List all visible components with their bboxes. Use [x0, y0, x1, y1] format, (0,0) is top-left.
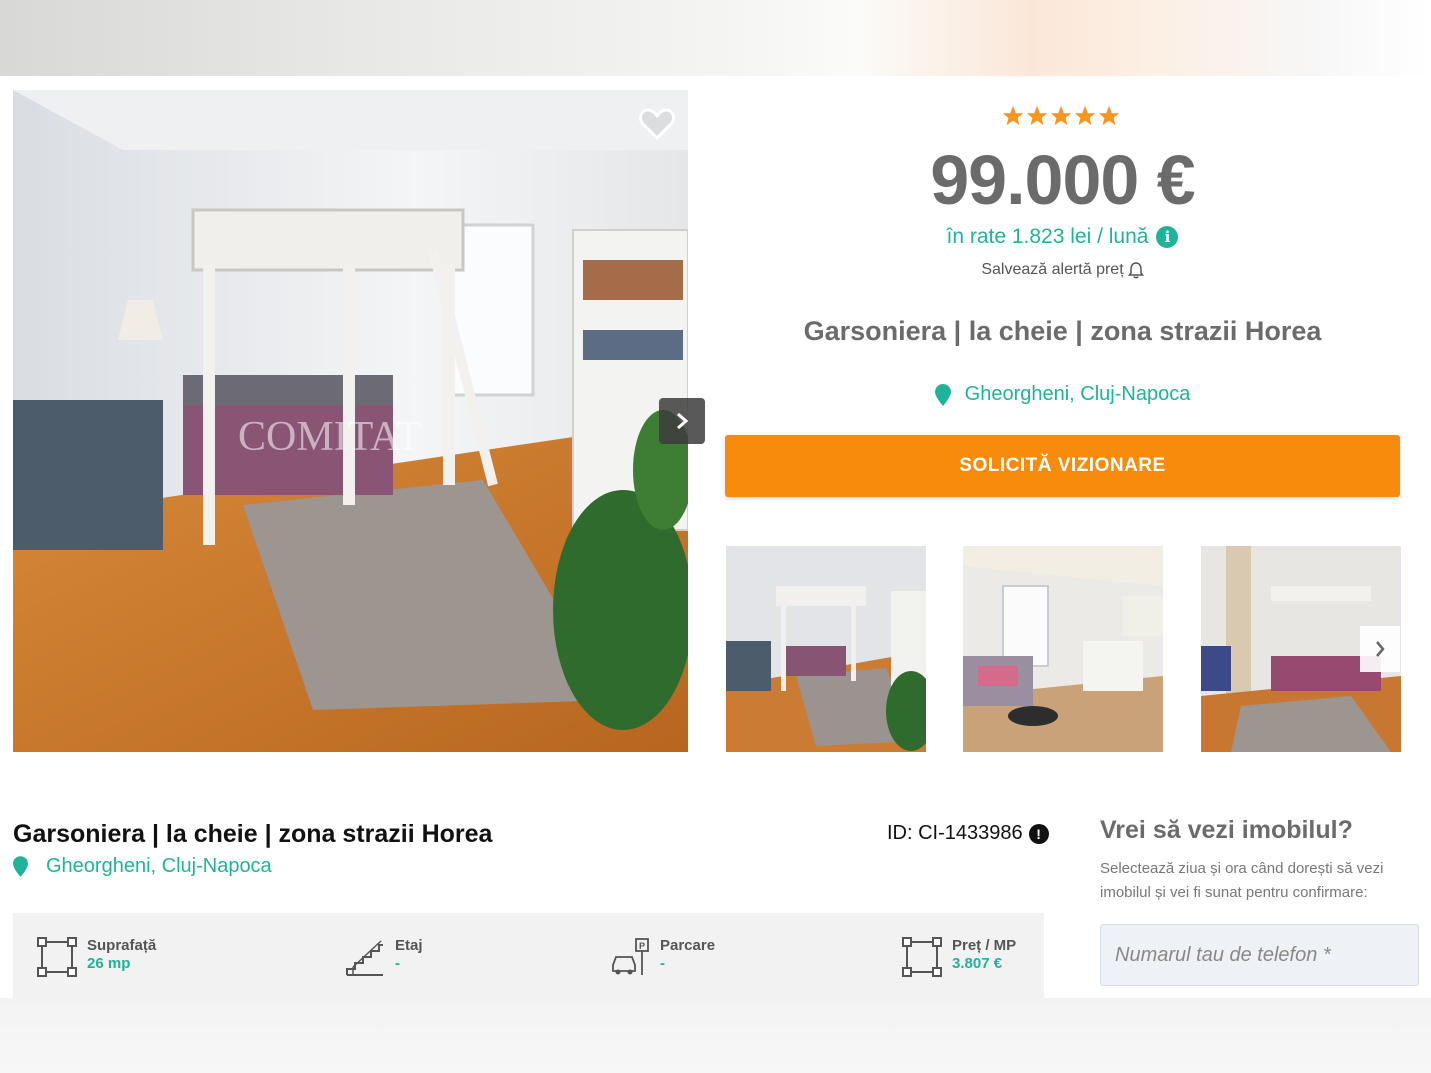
listing-title: Garsoniera | la cheie | zona strazii Hor…	[13, 820, 493, 848]
price-alert-label: Salvează alertă preț	[981, 261, 1124, 278]
viewing-description: Selectează ziua și ora când dorești să v…	[1100, 860, 1384, 901]
star-icon	[1074, 105, 1096, 126]
listing-price: 99.000 €	[930, 141, 1195, 219]
star-icon	[1026, 105, 1048, 126]
blurred-header	[0, 0, 1431, 76]
feature-value: 26 mp	[87, 955, 131, 972]
feature-label: Preț / MP	[952, 937, 1017, 954]
features-bar: Suprafață 26 mp Etaj - P Parcare - Preț …	[13, 913, 1044, 998]
listing-id: ID: CI-1433986 !	[887, 822, 1049, 845]
location-text: Gheorgheni, Cluj-Napoca	[46, 855, 272, 877]
star-icon	[1002, 105, 1024, 126]
feature-value: -	[660, 955, 665, 972]
rating-stars	[1002, 105, 1124, 129]
map-pin-icon	[13, 856, 28, 877]
location-bottom[interactable]: Gheorgheni, Cluj-Napoca	[13, 855, 272, 878]
feature-label: Suprafață	[87, 937, 157, 954]
feature-label: Parcare	[660, 937, 716, 954]
parking-car-icon: P	[612, 938, 649, 975]
report-icon[interactable]: !	[1028, 823, 1049, 844]
feature-value: 3.807 €	[952, 955, 1003, 972]
bell-icon	[1127, 262, 1144, 279]
area-icon	[902, 937, 942, 977]
gallery-next-button[interactable]	[659, 398, 705, 444]
map-pin-icon	[934, 383, 951, 406]
feature-parking: P Parcare -	[610, 937, 715, 977]
feature-floor: Etaj -	[345, 937, 423, 977]
star-icon	[1098, 105, 1120, 126]
installment-line: în rate 1.823 lei / lună i	[725, 225, 1400, 249]
chevron-right-icon	[1376, 641, 1385, 657]
feature-area: Suprafață 26 mp	[37, 937, 156, 977]
svg-text:P: P	[639, 941, 645, 951]
watermark-text: COMITAT	[238, 414, 421, 460]
installment-text: în rate 1.823 lei / lună	[946, 225, 1149, 248]
gallery-thumbnail[interactable]	[726, 546, 926, 752]
feature-value: -	[395, 955, 400, 972]
blurred-footer	[0, 998, 1431, 1073]
price-alert-link[interactable]: Salvează alertă preț	[725, 261, 1400, 279]
main-photo[interactable]: COMITAT	[13, 90, 688, 752]
favorite-heart-icon[interactable]	[638, 106, 676, 142]
viewing-title: Vrei să vezi imobilul?	[1100, 816, 1353, 844]
phone-input[interactable]	[1100, 924, 1419, 986]
star-icon	[1050, 105, 1072, 126]
listing-title-top: Garsoniera | la cheie | zona strazii Hor…	[803, 316, 1322, 346]
location-top[interactable]: Gheorgheni, Cluj-Napoca	[725, 383, 1400, 406]
gallery-thumbnail[interactable]	[963, 546, 1163, 752]
stairs-icon	[346, 940, 383, 976]
chevron-right-icon	[677, 412, 689, 430]
feature-price-per-sqm: Preț / MP 3.807 €	[902, 937, 1016, 977]
area-icon	[37, 937, 77, 977]
thumbnails-next-button[interactable]	[1360, 626, 1400, 672]
listing-id-text: ID: CI-1433986	[887, 822, 1023, 844]
location-text: Gheorgheni, Cluj-Napoca	[964, 383, 1191, 405]
info-icon[interactable]: i	[1156, 226, 1179, 248]
request-viewing-button[interactable]: SOLICITĂ VIZIONARE	[725, 435, 1400, 497]
feature-label: Etaj	[395, 937, 423, 954]
